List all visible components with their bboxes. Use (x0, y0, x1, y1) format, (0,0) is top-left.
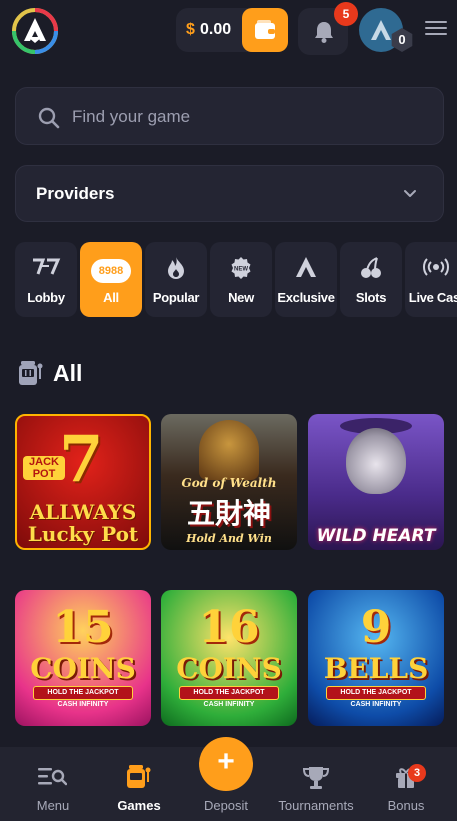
nav-label: Tournaments (278, 798, 354, 813)
game-tile-god-of-wealth[interactable]: God of Wealth 五財神 Hold And Win (161, 414, 297, 550)
nav-tournaments[interactable]: Tournaments (272, 747, 360, 821)
game-ribbon: HOLD THE JACKPOT (33, 686, 133, 700)
nav-label: Games (117, 798, 161, 813)
game-title-line1: ALLWAYS (29, 500, 137, 524)
currency-symbol: $ (186, 21, 195, 38)
section-title: All (53, 360, 83, 386)
game-art-raccoon (346, 428, 406, 494)
game-art-figure (199, 420, 259, 480)
cherries-icon (361, 257, 381, 278)
nav-menu[interactable]: Menu (23, 747, 83, 821)
tab-label: Popular (152, 290, 200, 305)
nav-games[interactable]: Games (109, 747, 169, 821)
tab-label: Exclusive (277, 290, 335, 305)
game-tile-16-coins[interactable]: 16 COINS HOLD THE JACKPOT CASH INFINITY (161, 590, 297, 726)
fire-icon (168, 257, 184, 279)
top-bar: $ 0.00 5 0 (0, 0, 457, 64)
hamburger-menu-icon[interactable] (425, 21, 447, 39)
nav-label: Deposit (203, 798, 249, 813)
tab-slots[interactable]: Slots (340, 242, 402, 317)
game-tile-15-coins[interactable]: 15 COINS HOLD THE JACKPOT CASH INFINITY (15, 590, 151, 726)
new-badge-icon: NEW (231, 257, 251, 279)
tab-popular[interactable]: Popular (145, 242, 207, 317)
slot-machine-icon (127, 765, 151, 788)
game-title-number: 9 (360, 602, 392, 653)
game-tile-allways-lucky-pot[interactable]: 7 JACK POT ALLWAYS Lucky Pot (15, 414, 151, 550)
jackpot-badge: JACK POT (23, 456, 65, 480)
tab-lobby[interactable]: Lobby (15, 242, 77, 317)
game-subtitle: CASH INFINITY (203, 701, 255, 708)
game-title-number: 15 (52, 602, 114, 653)
tab-label: Slots (355, 290, 387, 305)
bell-icon (315, 22, 333, 43)
category-tabs: Lobby 8988 All Popular NEW New Exclusive… (15, 242, 457, 317)
tab-live-casino[interactable]: Live Casi (405, 242, 457, 317)
balance-widget[interactable]: $ 0.00 (176, 8, 288, 52)
slot-machine-icon (19, 361, 43, 385)
user-logo-icon (371, 20, 391, 40)
bonus-count-badge: 3 (408, 764, 426, 782)
game-title-line1: God of Wealth (181, 476, 277, 490)
search-bar[interactable] (15, 87, 444, 145)
search-input[interactable] (72, 104, 412, 130)
logo-icon[interactable] (11, 7, 59, 55)
tab-all[interactable]: 8988 All (80, 242, 142, 317)
deposit-button[interactable]: + (199, 737, 253, 791)
logo-icon (296, 257, 316, 277)
game-ribbon: HOLD THE JACKPOT (179, 686, 279, 700)
game-title-number: 16 (198, 602, 260, 653)
wallet-button[interactable] (242, 8, 288, 52)
sevens-icon (33, 258, 61, 275)
game-title-word: COINS (176, 652, 282, 685)
tab-label: All (103, 290, 119, 305)
trophy-icon (302, 767, 330, 789)
game-title-word: BELLS (323, 652, 429, 685)
tab-new[interactable]: NEW New (210, 242, 272, 317)
game-title-line2: Lucky Pot (27, 522, 139, 546)
games-count-badge: 8988 (91, 259, 131, 283)
wallet-icon (255, 20, 275, 39)
game-tile-9-bells[interactable]: 9 BELLS HOLD THE JACKPOT CASH INFINITY (308, 590, 444, 726)
chevron-down-icon (404, 190, 416, 197)
game-tile-wild-heart[interactable]: WILD HEART (308, 414, 444, 550)
tab-label: New (228, 290, 254, 305)
balance-amount: 0.00 (200, 21, 232, 38)
svg-text:NEW: NEW (234, 267, 248, 273)
nav-label: Menu (36, 798, 70, 813)
plus-icon: + (217, 745, 235, 778)
tab-label: Lobby (27, 290, 65, 305)
nav-label: Bonus (387, 798, 425, 813)
game-title-word: COINS (30, 652, 136, 685)
live-icon (423, 258, 449, 276)
providers-label: Providers (36, 184, 115, 203)
game-subtitle: CASH INFINITY (350, 701, 402, 708)
game-title-line2: 五財神 (186, 497, 271, 530)
notifications-count-badge: 5 (334, 2, 358, 26)
game-art-seven: 7 (59, 422, 104, 497)
game-subtitle: CASH INFINITY (57, 701, 109, 708)
tab-label: Live Casi (408, 290, 457, 305)
providers-dropdown[interactable]: Providers (15, 165, 444, 222)
menu-search-icon (38, 768, 67, 786)
game-ribbon: HOLD THE JACKPOT (326, 686, 426, 700)
nav-bonus[interactable]: Bonus (378, 747, 434, 821)
search-icon (38, 107, 60, 129)
game-title-line3: Hold And Win (186, 532, 272, 545)
game-title: WILD HEART (316, 526, 436, 546)
tab-exclusive[interactable]: Exclusive (275, 242, 337, 317)
